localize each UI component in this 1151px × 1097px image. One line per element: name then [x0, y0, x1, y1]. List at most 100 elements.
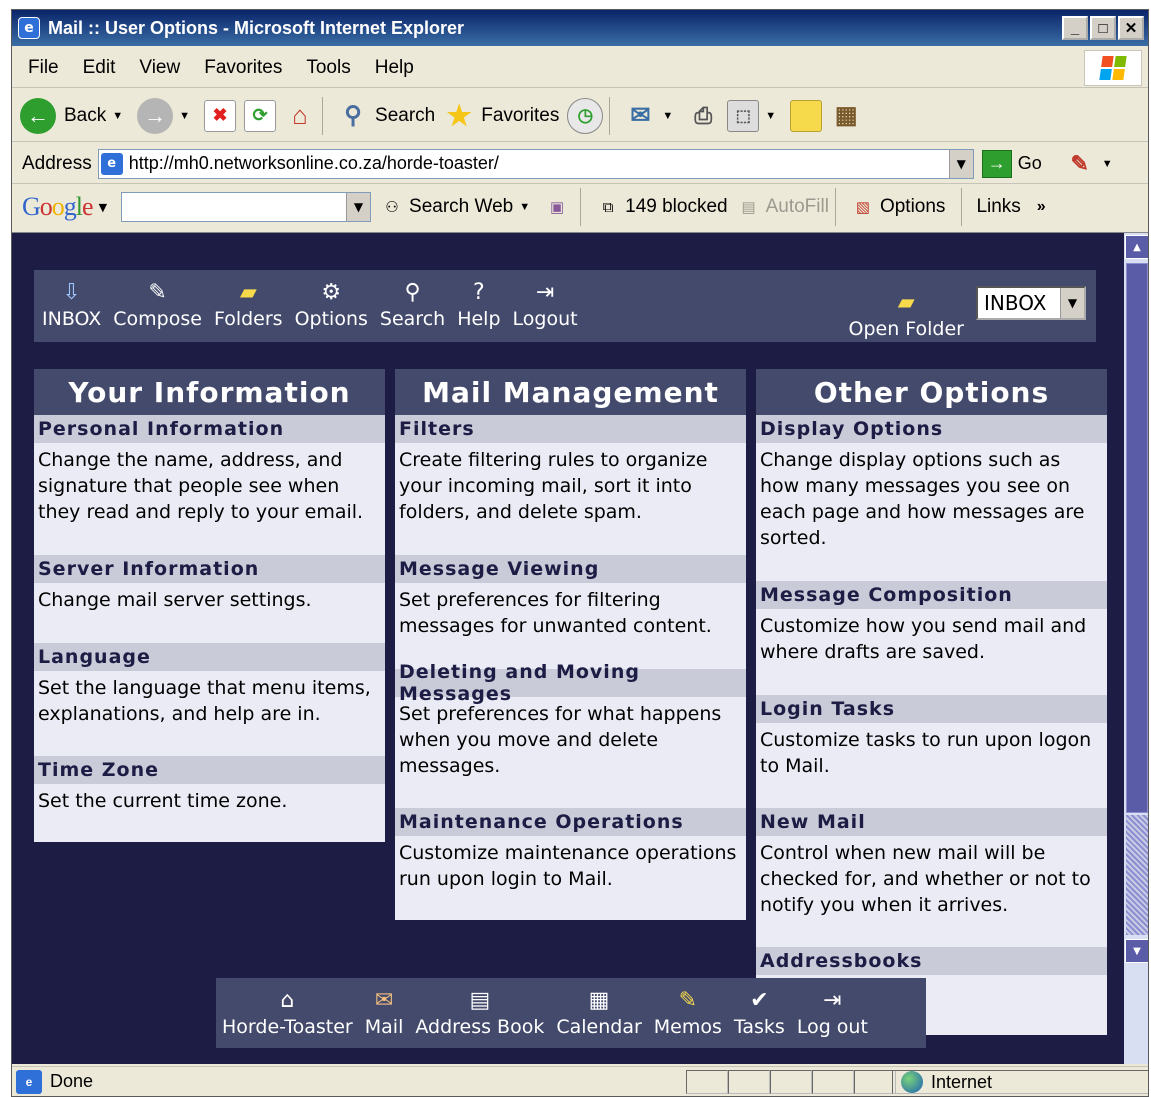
acrobat-button[interactable]: ✎ ▼ — [1064, 148, 1119, 180]
research-button[interactable]: ▦ — [830, 100, 862, 132]
menu-options[interactable]: ⚙ Options — [295, 270, 368, 331]
option-link-new-mail[interactable]: New Mail — [756, 808, 1107, 836]
printer-icon: ⎙ — [694, 102, 713, 128]
vertical-scrollbar[interactable]: ▲ ▼ — [1124, 233, 1148, 1064]
status-panel — [770, 1070, 812, 1094]
option-link-server-information[interactable]: Server Information — [34, 555, 385, 583]
google-search-dropdown-icon[interactable]: ▼ — [346, 193, 371, 221]
options-button[interactable]: ▧ Options — [850, 194, 946, 220]
page-content: ⇩ INBOX ✎ Compose ▰ Folders ⚙ Options ⚲ … — [12, 232, 1148, 1064]
scroll-track[interactable] — [1126, 815, 1148, 935]
history-button[interactable]: ◷ — [567, 97, 604, 134]
app-mail[interactable]: ✉ Mail — [359, 978, 410, 1039]
menu-help[interactable]: ? Help — [457, 270, 500, 331]
option-link-filters[interactable]: Filters — [395, 415, 746, 443]
menu-favorites[interactable]: Favorites — [204, 57, 282, 79]
scroll-thumb[interactable] — [1126, 263, 1148, 813]
mail-icon: ✉ — [630, 102, 651, 129]
popup-blocker-icon: ⧉ — [602, 198, 614, 216]
search-button[interactable]: ⚲ Search — [337, 100, 435, 132]
option-link-personal-information[interactable]: Personal Information — [34, 415, 385, 443]
scroll-down-icon[interactable]: ▼ — [1125, 939, 1148, 963]
minimize-button[interactable]: _ — [1062, 16, 1088, 40]
app-calendar[interactable]: ▦ Calendar — [550, 978, 647, 1039]
menu-folders[interactable]: ▰ Folders — [214, 270, 283, 331]
option-link-language[interactable]: Language — [34, 643, 385, 671]
google-logo[interactable]: Google — [22, 192, 94, 222]
forward-dropdown-icon[interactable]: ▼ — [179, 110, 190, 122]
folder-select[interactable]: INBOX ▼ — [976, 286, 1086, 320]
favorites-button[interactable]: ★ Favorites — [443, 100, 560, 132]
app-log-out[interactable]: ⇥ Log out — [791, 978, 874, 1039]
app-tasks[interactable]: ✔ Tasks — [728, 978, 791, 1039]
address-dropdown-icon[interactable]: ▼ — [948, 149, 973, 178]
app-memos[interactable]: ✎ Memos — [648, 978, 728, 1039]
mail-dropdown-icon[interactable]: ▼ — [662, 110, 673, 122]
forward-button[interactable]: → ▼ — [137, 97, 196, 134]
security-zone[interactable]: Internet — [892, 1070, 1148, 1094]
popup-blocker-button[interactable]: ⧉ 149 blocked — [595, 194, 728, 220]
status-panel — [854, 1070, 896, 1094]
search-web-button[interactable]: ⚇ Search Web ▼ — [379, 194, 536, 220]
google-search-input[interactable]: ▼ — [121, 192, 372, 222]
app-address-book[interactable]: ▤ Address Book — [409, 978, 550, 1039]
discuss-button[interactable] — [790, 99, 823, 132]
open-folder-icon: ▰ — [897, 289, 915, 315]
print-button[interactable]: ⎙ — [687, 100, 719, 132]
acrobat-dropdown-icon[interactable]: ▼ — [1102, 158, 1113, 170]
home-icon: ⌂ — [280, 987, 295, 1013]
edit-dropdown-icon[interactable]: ▼ — [765, 110, 776, 122]
menu-help[interactable]: Help — [375, 57, 414, 79]
back-dropdown-icon[interactable]: ▼ — [112, 110, 123, 122]
folder-select-dropdown-icon[interactable]: ▼ — [1060, 288, 1084, 318]
address-input[interactable]: e http://mh0.networksonline.co.za/horde-… — [97, 148, 974, 179]
status-panel — [812, 1070, 854, 1094]
menu-compose[interactable]: ✎ Compose — [113, 270, 202, 331]
discuss-icon — [790, 99, 823, 132]
option-link-message-composition[interactable]: Message Composition — [756, 581, 1107, 609]
open-folder-button[interactable]: ▰ Open Folder — [848, 280, 964, 341]
menu-view[interactable]: View — [139, 57, 180, 79]
app-horde-toaster[interactable]: ⌂ Horde-Toaster — [216, 978, 359, 1039]
option-link-time-zone[interactable]: Time Zone — [34, 756, 385, 784]
option-link-maintenance-operations[interactable]: Maintenance Operations — [395, 808, 746, 836]
option-link-addressbooks[interactable]: Addressbooks — [756, 947, 1107, 975]
edit-icon: ⬚ — [727, 99, 760, 132]
go-button[interactable]: → Go — [981, 149, 1042, 178]
edit-button[interactable]: ⬚ ▼ — [727, 99, 782, 132]
menu-inbox[interactable]: ⇩ INBOX — [42, 270, 101, 331]
windows-logo-icon — [1084, 50, 1142, 86]
option-description: Set the language that menu items, explan… — [34, 671, 385, 756]
google-menu-dropdown-icon[interactable]: ▼ — [99, 201, 107, 214]
mail-button[interactable]: ✉ ▼ — [624, 100, 679, 132]
option-link-display-options[interactable]: Display Options — [756, 415, 1107, 443]
stop-button[interactable]: ✖ — [204, 99, 237, 132]
maximize-button[interactable]: □ — [1090, 16, 1116, 40]
status-bar: e Done Internet — [12, 1066, 1148, 1096]
option-link-deleting-and-moving-messages[interactable]: Deleting and Moving Messages — [395, 661, 746, 705]
browser-window: e Mail :: User Options - Microsoft Inter… — [11, 9, 1149, 1097]
menu-tools[interactable]: Tools — [306, 57, 350, 79]
option-link-message-viewing[interactable]: Message Viewing — [395, 555, 746, 583]
menu-search[interactable]: ⚲ Search — [380, 270, 445, 331]
column-title: Your Information — [34, 369, 385, 415]
close-button[interactable]: ✕ — [1118, 16, 1144, 40]
menu-file[interactable]: File — [28, 57, 59, 79]
menu-edit[interactable]: Edit — [83, 57, 116, 79]
refresh-button[interactable]: ⟳ — [244, 99, 277, 132]
status-panel — [686, 1070, 728, 1094]
home-button[interactable]: ⌂ — [284, 100, 316, 132]
autofill-button[interactable]: ▤ AutoFill — [736, 194, 829, 220]
compose-icon: ✎ — [148, 279, 167, 305]
chevron-right-icon[interactable]: » — [1037, 198, 1046, 216]
links-button[interactable]: Links — [976, 196, 1020, 218]
acrobat-icon: ✎ — [1070, 150, 1089, 176]
title-bar[interactable]: e Mail :: User Options - Microsoft Inter… — [12, 10, 1148, 46]
option-link-login-tasks[interactable]: Login Tasks — [756, 695, 1107, 723]
back-button[interactable]: ← Back ▼ — [20, 97, 129, 134]
menu-logout[interactable]: ⇥ Logout — [513, 270, 578, 331]
search-web-dropdown-icon[interactable]: ▼ — [519, 201, 530, 213]
scroll-up-icon[interactable]: ▲ — [1125, 235, 1148, 259]
news-button[interactable]: ▣ — [544, 194, 574, 220]
status-panels — [686, 1070, 896, 1094]
